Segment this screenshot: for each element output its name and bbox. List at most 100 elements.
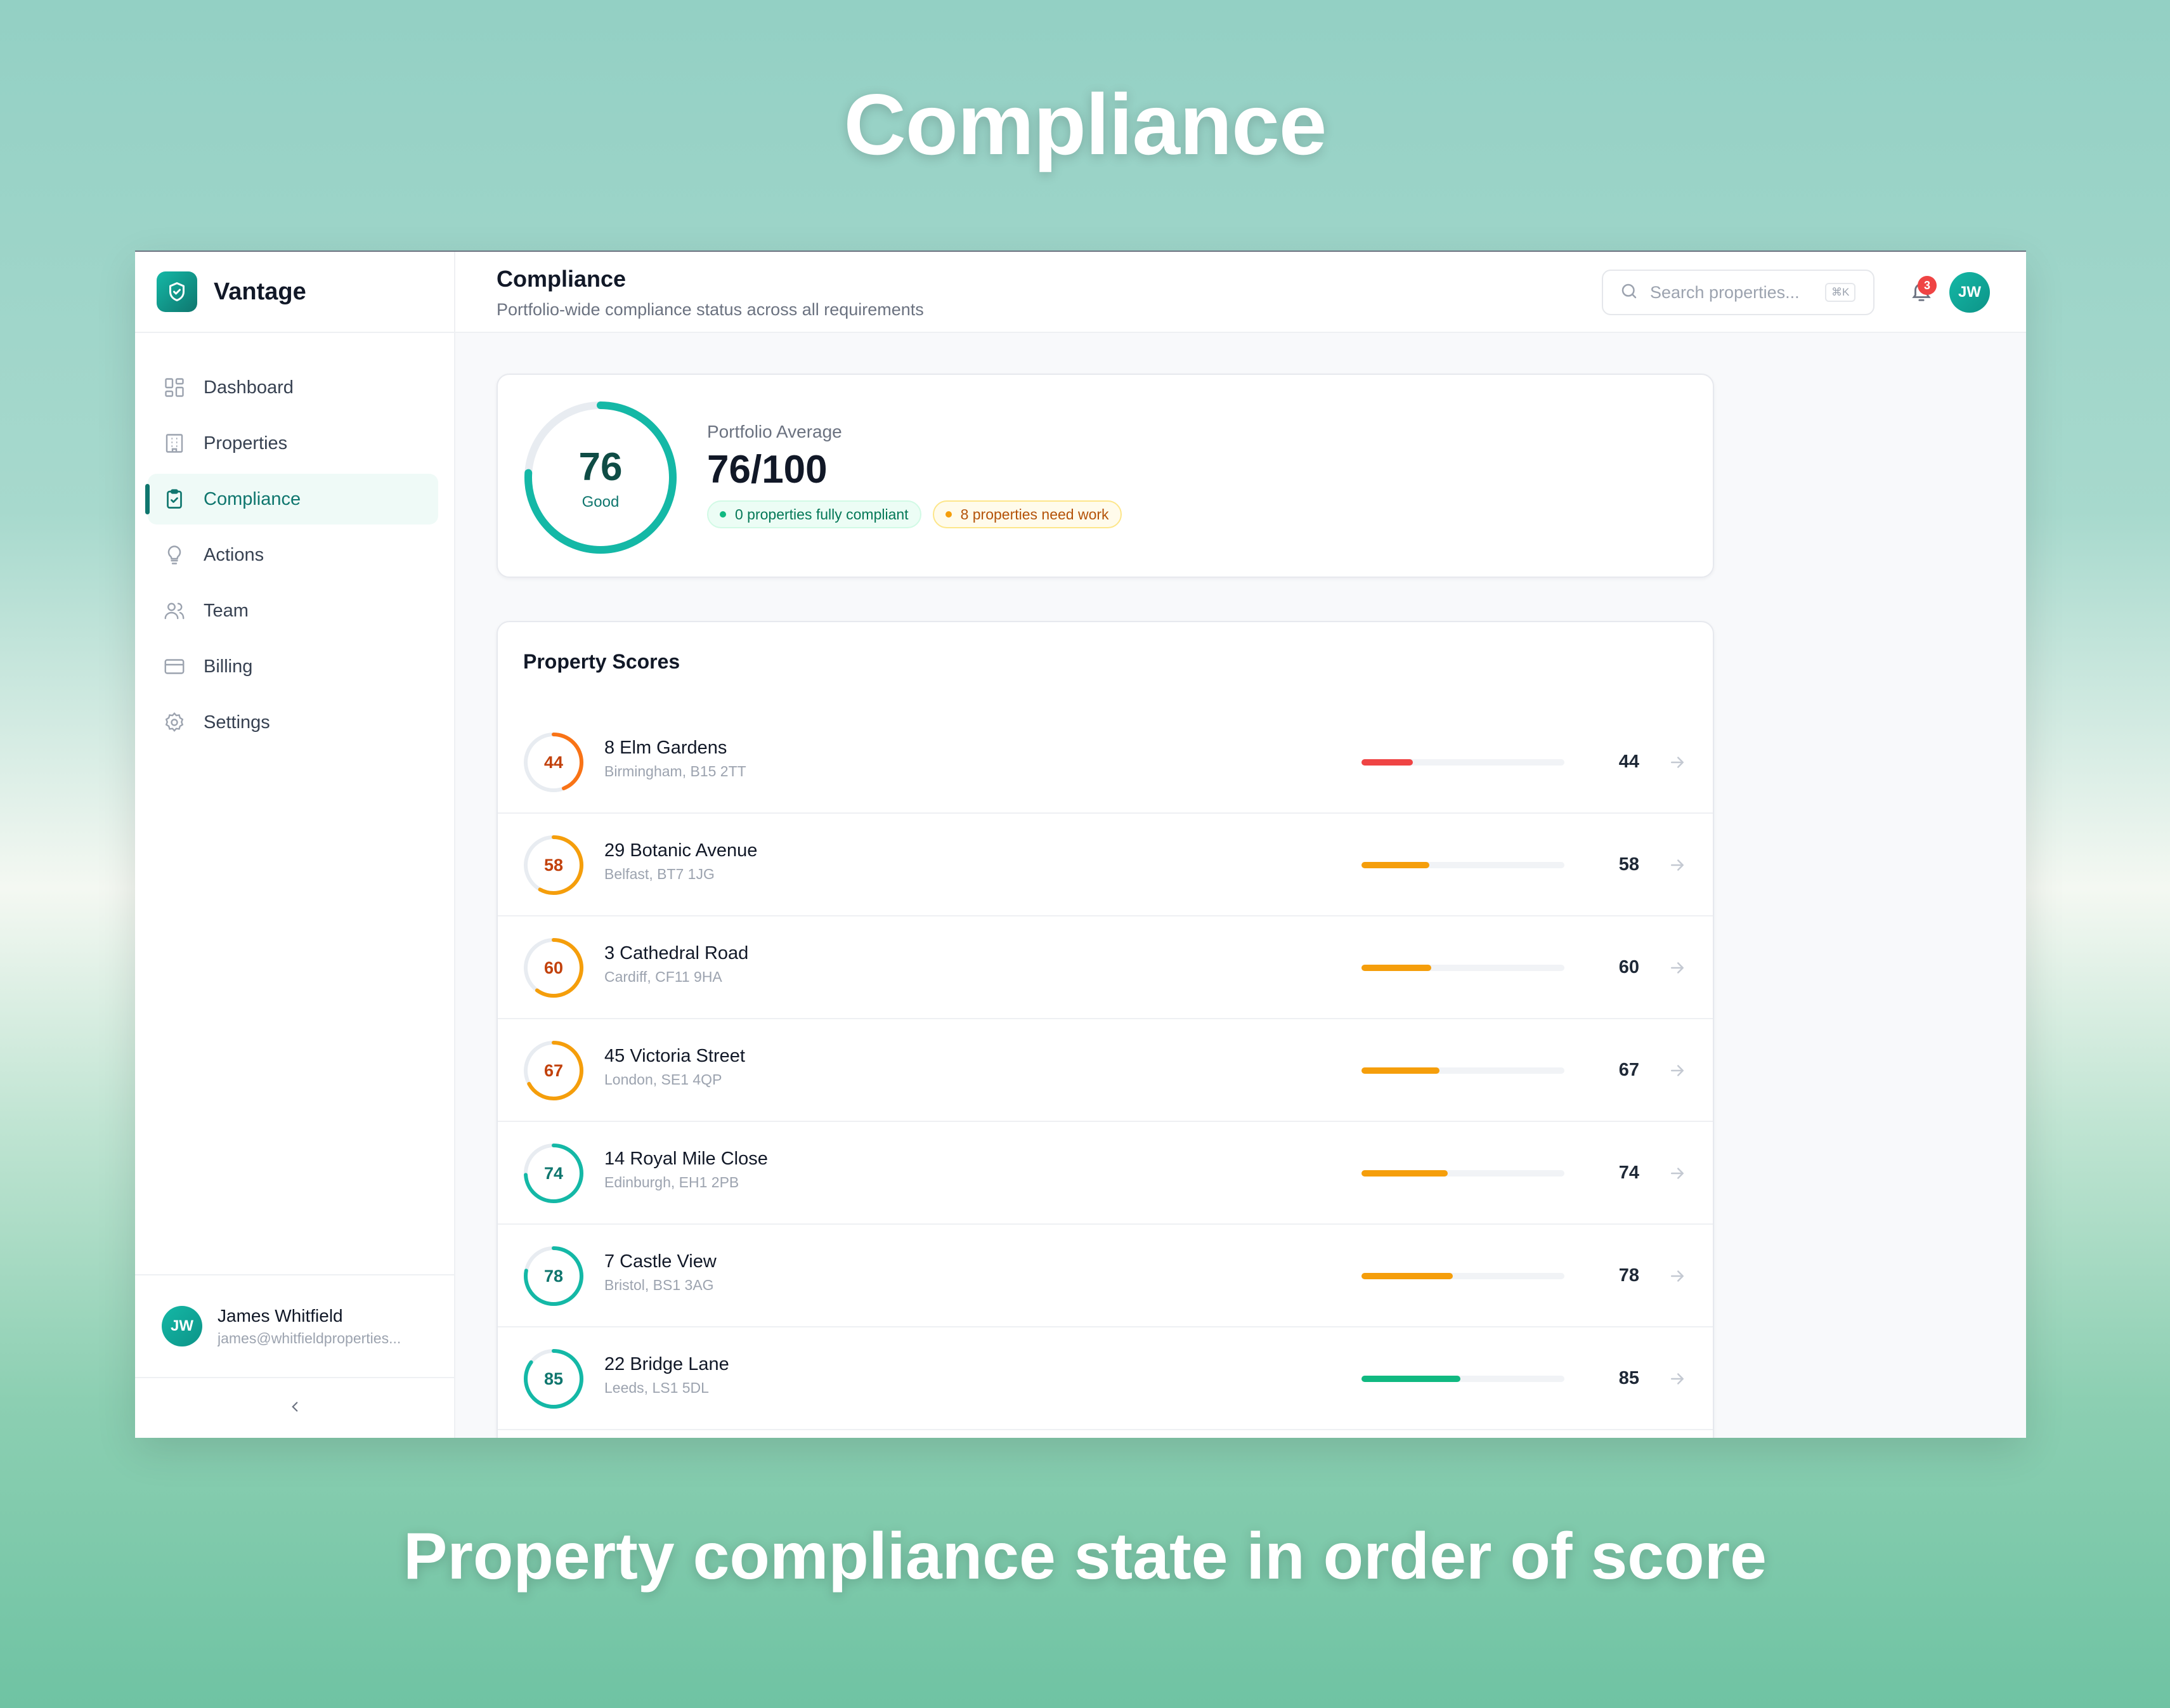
portfolio-score-ring-text: 76 Good: [522, 399, 679, 556]
credit-card-icon: [162, 654, 187, 679]
hero-caption: Property compliance state in order of sc…: [403, 1520, 1767, 1593]
property-score: 67: [1618, 1060, 1639, 1080]
user-card[interactable]: JW James Whitfield james@whitfieldproper…: [135, 1274, 454, 1377]
table-row[interactable]: 44 8 Elm Gardens Birmingham, B15 2TT 44: [498, 711, 1713, 814]
portfolio-average-label: Portfolio Average: [707, 422, 842, 441]
sidebar-item-label: Actions: [204, 544, 264, 565]
search-box[interactable]: ⌘K: [1602, 270, 1874, 315]
hero-title: Compliance: [843, 76, 1327, 173]
sidebar-item-compliance[interactable]: Compliance: [145, 474, 438, 525]
sidebar-item-label: Properties: [204, 433, 288, 453]
sidebar-item-actions[interactable]: Actions: [148, 530, 438, 580]
table-row[interactable]: 78 7 Castle View Bristol, BS1 3AG 78: [498, 1225, 1713, 1327]
arrow-right-icon: [1671, 1168, 1684, 1179]
sidebar-item-team[interactable]: Team: [148, 585, 438, 636]
collapse-sidebar-button[interactable]: [135, 1377, 454, 1438]
score-bar-fill: [1361, 965, 1432, 971]
table-row[interactable]: 60 3 Cathedral Road Cardiff, CF11 9HA 60: [498, 916, 1713, 1019]
score-bar-fill: [1361, 1376, 1461, 1382]
arrow-right-icon: [1671, 757, 1684, 768]
property-score: 58: [1618, 854, 1639, 875]
property-name: 7 Castle View: [604, 1251, 717, 1272]
table-row[interactable]: 74 14 Royal Mile Close Edinburgh, EH1 2PB 7…: [498, 1122, 1713, 1225]
property-name: 3 Cathedral Road: [604, 943, 749, 963]
property-address: Belfast, BT7 1JG: [604, 866, 715, 882]
score-bar: [1361, 965, 1564, 971]
score-ring-value: 58: [543, 855, 564, 875]
top-bar: Compliance Portfolio-wide compliance sta…: [455, 252, 2026, 333]
sidebar-item-label: Team: [204, 600, 249, 621]
sidebar-item-properties[interactable]: Properties: [148, 418, 438, 469]
property-name: 45 Victoria Street: [604, 1046, 745, 1066]
lightbulb-icon: [162, 542, 187, 568]
sidebar-item-billing[interactable]: Billing: [148, 641, 438, 692]
header-avatar[interactable]: JW: [1949, 272, 1990, 313]
property-address: Bristol, BS1 3AG: [604, 1277, 714, 1293]
score-bar: [1361, 1273, 1564, 1279]
status-badge-label: 8 properties need work: [960, 505, 1109, 523]
score-bar: [1361, 759, 1564, 766]
property-address: Edinburgh, EH1 2PB: [604, 1174, 739, 1190]
grid-icon: [162, 375, 187, 400]
score-bar: [1361, 862, 1564, 868]
sidebar-item-label: Settings: [204, 712, 270, 733]
avatar: JW: [162, 1306, 202, 1346]
table-row[interactable]: 67 45 Victoria Street London, SE1 4QP 67: [498, 1019, 1713, 1122]
sidebar-item-label: Billing: [204, 656, 253, 677]
brand[interactable]: Vantage: [135, 252, 454, 333]
portfolio-score-value: 76: [578, 445, 623, 489]
status-badge-label: 0 properties fully compliant: [735, 505, 909, 523]
score-ring-value: 60: [543, 958, 564, 977]
score-ring-value: 85: [543, 1369, 564, 1388]
arrow-right-icon: [1671, 1373, 1684, 1385]
property-scores-title: Property Scores: [523, 650, 680, 673]
property-name: 22 Bridge Lane: [604, 1354, 729, 1374]
property-name: 8 Elm Gardens: [604, 738, 727, 758]
score-bar: [1361, 1067, 1564, 1074]
notification-badge: 3: [1918, 276, 1937, 295]
table-row[interactable]: 85 22 Bridge Lane Leeds, LS1 5DL 85: [498, 1327, 1713, 1430]
score-bar: [1361, 1376, 1564, 1382]
table-row[interactable]: 58 29 Botanic Avenue Belfast, BT7 1JG 58: [498, 814, 1713, 916]
property-scores-list: 44 8 Elm Gardens Birmingham, B15 2TT 44 58 29…: [498, 711, 1713, 1430]
status-badge-need-work: 8 properties need work: [932, 500, 1122, 528]
property-score: 85: [1618, 1368, 1639, 1388]
score-bar-fill: [1361, 1170, 1448, 1177]
arrow-right-icon: [1671, 859, 1684, 871]
score-bar-fill: [1361, 862, 1429, 868]
portfolio-summary-card: 76 Good Portfolio Average 76/100 0 prope…: [497, 374, 1714, 578]
portfolio-score-label: Good: [581, 493, 620, 511]
arrow-right-icon: [1671, 1270, 1684, 1282]
sidebar-item-dashboard[interactable]: Dashboard: [148, 362, 438, 413]
property-name: 14 Royal Mile Close: [604, 1149, 768, 1169]
gear-icon: [162, 710, 187, 735]
portfolio-average-value: 76/100: [707, 448, 828, 492]
sidebar-item-settings[interactable]: Settings: [148, 697, 438, 748]
search-icon: [1620, 282, 1639, 304]
page-subtitle: Portfolio-wide compliance status across …: [497, 300, 924, 319]
shield-check-icon: [157, 271, 197, 312]
sidebar-item-label: Dashboard: [204, 377, 294, 398]
status-pills: 0 properties fully compliant 8 propertie…: [707, 500, 1122, 528]
sidebar-nav: Dashboard Properties Compliance Actions: [135, 333, 454, 748]
property-address: Leeds, LS1 5DL: [604, 1379, 709, 1396]
property-score: 44: [1618, 752, 1639, 772]
property-score: 60: [1618, 957, 1639, 977]
building-icon: [162, 431, 187, 456]
score-bar-fill: [1361, 1067, 1440, 1074]
property-scores-card: Property Scores 44 8 Elm Gardens Birmingha…: [497, 621, 1714, 1438]
property-score: 78: [1618, 1265, 1639, 1286]
score-ring-value: 44: [543, 752, 564, 772]
property-address: Cardiff, CF11 9HA: [604, 968, 722, 985]
score-bar: [1361, 1170, 1564, 1177]
status-badge-compliant: 0 properties fully compliant: [707, 500, 921, 528]
notifications-button[interactable]: 3: [1905, 276, 1938, 309]
sidebar-item-label: Compliance: [204, 488, 301, 509]
amber-dot-icon: [945, 511, 952, 518]
user-info: James Whitfield james@whitfieldpropertie…: [218, 1306, 427, 1347]
arrow-right-icon: [1671, 962, 1684, 974]
green-dot-icon: [720, 511, 726, 518]
property-score: 74: [1618, 1163, 1639, 1183]
clipboard-check-icon: [162, 486, 187, 512]
search-input[interactable]: [1650, 282, 1821, 303]
